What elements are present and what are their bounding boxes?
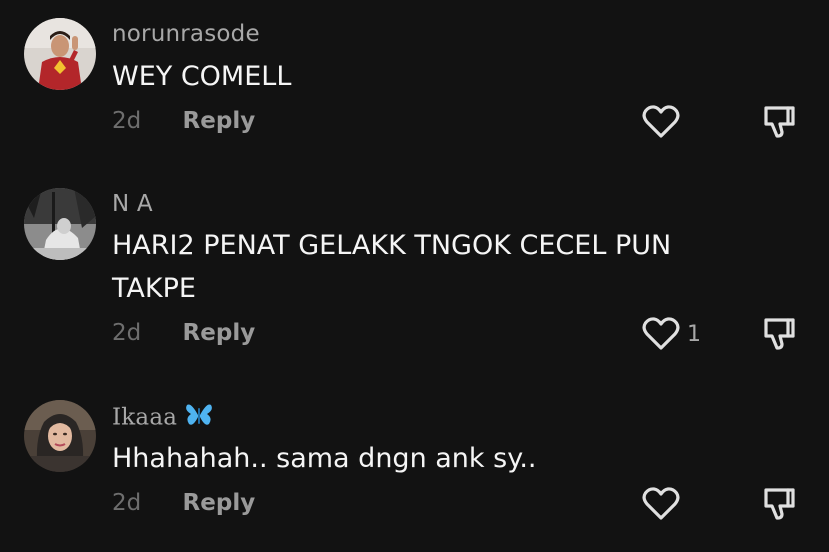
comment-text: HARI2 PENAT GELAKK TNGOK CECEL PUN TAKPE (112, 230, 672, 304)
hijab-avatar (24, 400, 96, 472)
superhero-avatar (24, 18, 96, 90)
comment-text: WEY COMELL (112, 61, 292, 92)
dislike-button[interactable] (761, 486, 797, 526)
like-button[interactable] (641, 104, 687, 140)
heart-icon (642, 105, 680, 138)
user-avatar[interactable] (24, 18, 96, 90)
comment-username[interactable]: N A (112, 191, 153, 217)
dislike-button[interactable] (761, 104, 797, 144)
reply-button[interactable]: Reply (183, 490, 256, 516)
username-text[interactable]: N A (112, 191, 153, 217)
comment-username[interactable]: norunrasode (112, 21, 260, 47)
reply-button[interactable]: Reply (183, 108, 256, 134)
heart-icon (642, 487, 680, 520)
thumbs-down-icon (764, 318, 795, 350)
comment-text: Hhahahah.. sama dngn ank sy.. (112, 443, 537, 474)
user-avatar[interactable] (24, 188, 96, 260)
comment-time: 2d (112, 320, 142, 346)
comment-meta: 2d Reply (112, 320, 255, 346)
dislike-button[interactable] (761, 316, 797, 356)
comment-time: 2d (112, 490, 142, 516)
comment-username[interactable]: Ikaaa (112, 402, 213, 434)
comment-time: 2d (112, 108, 142, 134)
butterfly-icon (185, 402, 213, 434)
thumbs-down-icon (764, 106, 795, 138)
user-avatar[interactable] (24, 400, 96, 472)
username-text[interactable]: norunrasode (112, 21, 260, 47)
username-text[interactable]: Ikaaa (112, 405, 177, 431)
like-button[interactable] (641, 486, 687, 522)
heart-icon (642, 317, 680, 350)
like-button[interactable]: 1 (641, 316, 701, 352)
like-count: 1 (687, 321, 701, 347)
thumbs-down-icon (764, 488, 795, 520)
comment-meta: 2d Reply (112, 108, 255, 134)
bw-photo-avatar (24, 188, 96, 260)
reply-button[interactable]: Reply (183, 320, 256, 346)
comment-meta: 2d Reply (112, 490, 255, 516)
